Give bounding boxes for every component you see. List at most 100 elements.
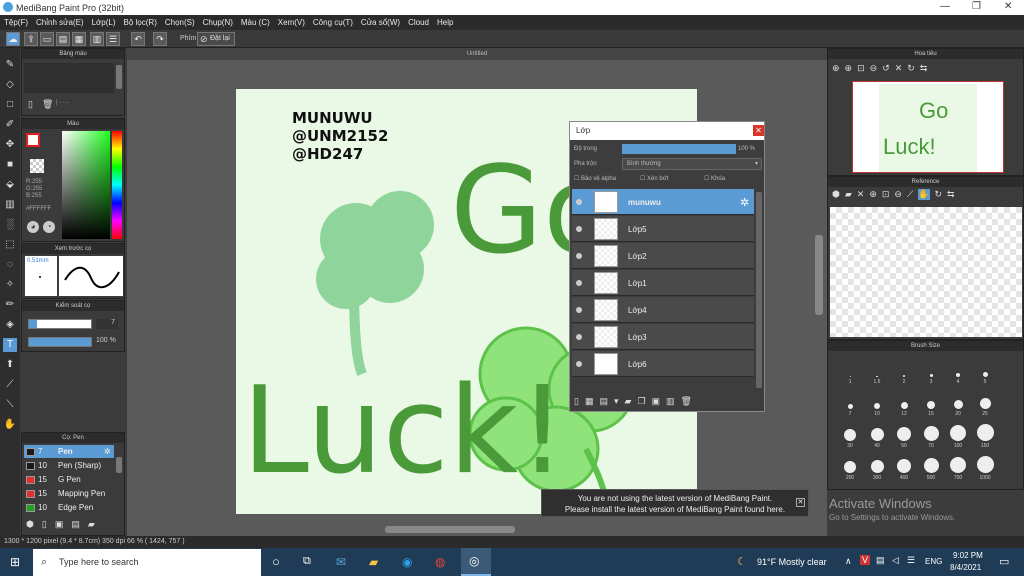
select-pen-icon[interactable]: ✏ — [3, 298, 17, 312]
palette-swatches[interactable] — [24, 63, 114, 93]
brush-menu-icon[interactable]: ▣ — [55, 519, 64, 530]
shape-tool-icon[interactable]: □ — [3, 98, 17, 112]
folder-icon[interactable]: ▰ — [625, 396, 632, 407]
reference-zoom-in-icon[interactable]: ⊕ — [869, 189, 877, 200]
layer-row[interactable]: Lớp6 — [572, 351, 754, 377]
color-picker-icon[interactable]: ◔ — [43, 221, 55, 233]
eye-icon[interactable] — [576, 280, 582, 286]
brush-copy-icon[interactable]: ▤ — [71, 519, 80, 530]
tray-network-icon[interactable]: ▤ — [876, 555, 885, 566]
close-icon[interactable]: ✕ — [1004, 1, 1012, 12]
brush-size-cell[interactable]: 700 — [946, 455, 970, 481]
layer-settings-icon[interactable]: ✲ — [740, 196, 749, 209]
cortana-icon[interactable]: ○ — [272, 554, 280, 569]
protect-alpha-check[interactable]: ☐ Bảo vệ alpha — [574, 175, 616, 182]
list-icon[interactable]: ☰ — [106, 32, 120, 46]
comment-icon[interactable]: ▭ — [40, 32, 54, 46]
panel-icon[interactable]: ▥ — [90, 32, 104, 46]
secondary-color-swatch[interactable] — [30, 159, 44, 173]
layer-row[interactable]: munuwu ✲ — [572, 189, 754, 215]
brush-size-cell[interactable]: 3 — [919, 359, 943, 385]
merge-icon[interactable]: ▣ — [652, 396, 661, 407]
undo-icon[interactable]: ↶ — [131, 32, 145, 46]
clip-check[interactable]: ☐ Xén bớt — [640, 175, 668, 182]
transfer-icon[interactable]: ▥ — [666, 396, 675, 407]
eye-icon[interactable] — [576, 307, 582, 313]
medibang-taskbar-button[interactable]: ◎ — [461, 548, 491, 576]
brush-item[interactable]: 10 Edge Pen — [24, 501, 114, 514]
chat-icon[interactable]: ▤ — [56, 32, 70, 46]
navigator-preview[interactable]: Go Luck! — [852, 81, 1004, 173]
eye-icon[interactable] — [576, 253, 582, 259]
notification-icon[interactable]: ▭ — [999, 555, 1009, 568]
hue-slider[interactable] — [112, 131, 122, 239]
brush-list-scrollbar[interactable] — [116, 457, 122, 473]
select-eraser-icon[interactable]: ◈ — [3, 318, 17, 332]
operation-tool-icon[interactable]: ⬆ — [3, 358, 17, 372]
layer-row[interactable]: Lớp5 — [572, 216, 754, 242]
eyedropper-icon[interactable]: ⟍ — [3, 398, 17, 412]
brush-size-cell[interactable]: 5 — [973, 359, 997, 385]
brush-size-cell[interactable]: 300 — [865, 455, 889, 481]
volume-icon[interactable]: ◁ — [892, 555, 899, 566]
layer-close-icon[interactable]: ✕ — [753, 125, 764, 136]
layer-row[interactable]: Lớp3 — [572, 324, 754, 350]
task-view-icon[interactable]: ⧉ — [303, 555, 311, 568]
brush-size-cell[interactable]: 50 — [892, 423, 916, 449]
brush-settings-icon[interactable]: ✲ — [104, 445, 111, 458]
fit-icon[interactable]: ⊡ — [857, 63, 865, 74]
chrome-icon[interactable]: ◍ — [435, 555, 445, 569]
brush-add-icon[interactable]: ⬢ — [26, 519, 34, 530]
brush-size-cell[interactable]: 70 — [919, 423, 943, 449]
document-tab[interactable]: Untitled — [127, 48, 827, 60]
trash-icon[interactable]: 🗑 — [42, 99, 53, 110]
saturation-field[interactable] — [62, 131, 110, 239]
menu-window[interactable]: Cửa sổ(W) — [361, 18, 400, 27]
layer-row[interactable]: Lớp4 — [572, 297, 754, 323]
brush-size-cell[interactable]: 200 — [838, 455, 862, 481]
clock-date[interactable]: 8/4/2021 — [950, 563, 981, 572]
reset-button[interactable]: ⊘ Đặt lại — [197, 32, 235, 46]
minimize-icon[interactable]: — — [940, 1, 950, 12]
brush-size-cell[interactable]: 2 — [892, 359, 916, 385]
size-value[interactable]: 7 — [96, 319, 118, 329]
update-notice[interactable]: You are not using the latest version of … — [541, 489, 809, 517]
brush-size-cell[interactable]: 40 — [865, 423, 889, 449]
brush-item[interactable]: 7 Pen ✲ — [24, 445, 114, 458]
wifi-icon[interactable]: ☰ — [907, 555, 915, 566]
brush-size-cell[interactable]: 15 — [919, 391, 943, 417]
lasso-tool-icon[interactable]: ◌ — [3, 258, 17, 272]
brush-size-cell[interactable]: 10 — [865, 391, 889, 417]
text-tool-icon[interactable]: T — [3, 338, 17, 352]
rotate-right-icon[interactable]: ↻ — [907, 63, 915, 74]
menu-file[interactable]: Tệp(F) — [4, 18, 28, 27]
reference-fit-icon[interactable]: ⊡ — [882, 189, 890, 200]
pen-tool-icon[interactable]: ✐ — [3, 118, 17, 132]
select-tool-icon[interactable]: ⬚ — [3, 238, 17, 252]
add-layer-menu-icon[interactable]: ▾ — [614, 396, 619, 407]
brush-size-cell[interactable]: 1.5 — [865, 359, 889, 385]
redo-icon[interactable]: ↷ — [153, 32, 167, 46]
brush-size-cell[interactable]: 12 — [892, 391, 916, 417]
brush-size-cell[interactable]: 30 — [838, 423, 862, 449]
zoom-in-alt-icon[interactable]: ⊕ — [845, 63, 853, 74]
clock-time[interactable]: 9:02 PM — [953, 551, 983, 560]
reference-flip-icon[interactable]: ⇆ — [947, 189, 955, 200]
reference-zoom-out-icon[interactable]: ⊖ — [894, 189, 902, 200]
menu-layer[interactable]: Lớp(L) — [92, 18, 116, 27]
primary-color-swatch[interactable] — [26, 133, 40, 147]
menu-edit[interactable]: Chỉnh sửa(E) — [36, 18, 84, 27]
brush-size-cell[interactable]: 25 — [973, 391, 997, 417]
dots-tool-icon[interactable]: ░ — [3, 218, 17, 232]
weather-text[interactable]: 91°F Mostly clear — [757, 557, 827, 567]
size-slider[interactable] — [28, 319, 92, 329]
tray-app-icon[interactable]: V — [860, 555, 870, 565]
eraser-tool-icon[interactable]: ◇ — [3, 78, 17, 92]
opacity-slider[interactable] — [28, 337, 92, 347]
reference-canvas[interactable] — [830, 207, 1022, 337]
cloud-icon[interactable]: ☁ — [6, 32, 20, 46]
palette-scrollbar[interactable] — [116, 65, 122, 89]
layer-row[interactable]: Lớp1 — [572, 270, 754, 296]
tray-chevron-icon[interactable]: ∧ — [845, 556, 852, 567]
reference-dropper-icon[interactable]: ⟋ — [907, 189, 913, 200]
